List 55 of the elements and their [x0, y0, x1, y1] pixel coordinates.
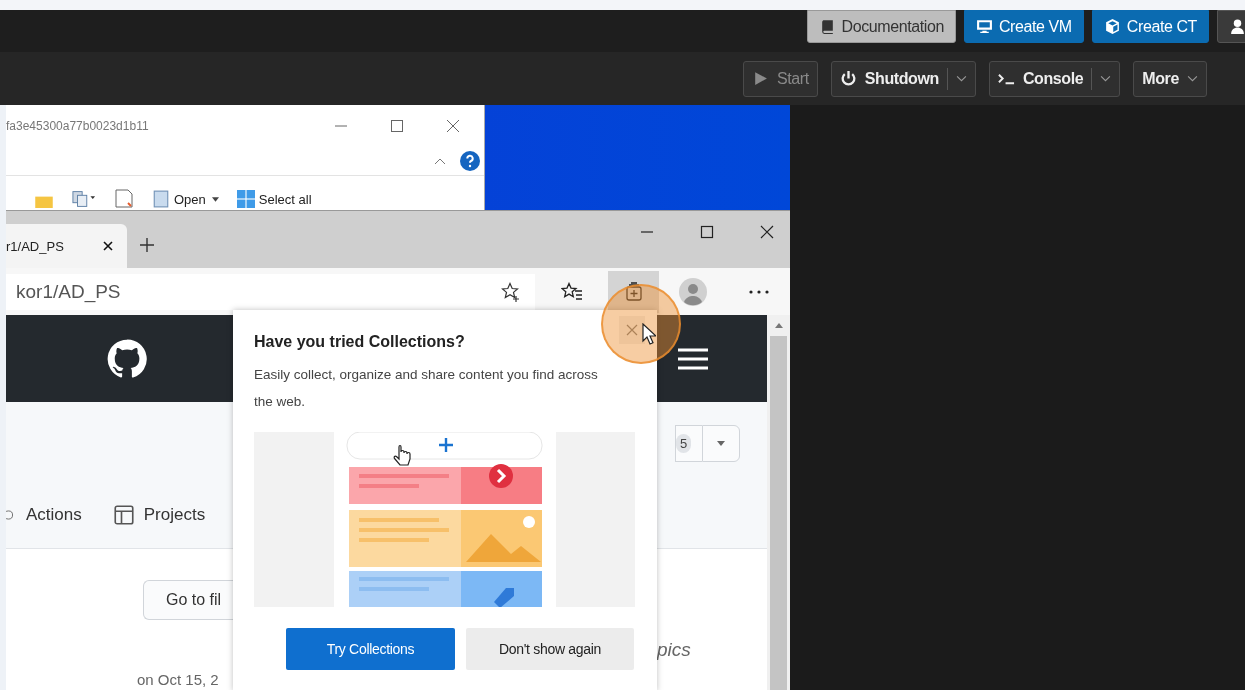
select-all-button[interactable]: Select all	[236, 190, 312, 208]
close-button[interactable]	[619, 316, 645, 344]
close-icon[interactable]	[103, 241, 113, 251]
window-title: fa3e45300a77b0023d1b11	[6, 119, 150, 133]
header-button[interactable]: Create VM	[963, 10, 1084, 43]
play-icon	[752, 70, 769, 87]
toolbar-button[interactable]: More	[1133, 60, 1207, 97]
cat-logo-icon[interactable]	[107, 338, 147, 379]
user-icon	[1229, 18, 1245, 35]
address-field[interactable]: kor1/AD_PS	[6, 273, 535, 310]
more-options-icon[interactable]	[749, 289, 769, 294]
notepad-icon	[152, 190, 170, 208]
favorites-icon[interactable]	[561, 281, 583, 302]
caret-icon	[211, 196, 219, 202]
scroll-up-icon[interactable]	[774, 323, 783, 328]
scrollbar-thumb[interactable]	[770, 336, 787, 690]
scrollbar[interactable]	[767, 315, 790, 690]
board-icon	[113, 505, 134, 525]
maximize-icon[interactable]	[700, 225, 714, 239]
topics-text: pics	[657, 639, 691, 661]
copy-icon[interactable]	[72, 190, 96, 208]
popup-text: Easily collect, organize and share content you find across the web.	[254, 366, 599, 411]
caret-icon	[1186, 75, 1198, 82]
repo-tab[interactable]: Projects	[113, 505, 206, 525]
open-button[interactable]: Open	[152, 190, 219, 208]
header-button[interactable]: Create CT	[1091, 10, 1209, 43]
counter-button[interactable]: 5	[675, 425, 702, 462]
profile-avatar-icon[interactable]	[679, 277, 707, 306]
monitor-icon	[975, 18, 993, 35]
cube-icon	[1103, 18, 1121, 35]
power-icon	[839, 70, 857, 87]
menu-icon[interactable]	[678, 347, 708, 370]
add-favorite-icon[interactable]	[501, 281, 521, 302]
toolbar-button[interactable]: Console	[988, 60, 1121, 97]
caret-icon	[955, 75, 967, 82]
repo-tab[interactable]: Actions	[6, 505, 82, 525]
toolbar-button[interactable]: Shutdown	[830, 60, 976, 97]
new-tab-icon[interactable]	[139, 237, 155, 253]
caret-icon	[717, 441, 725, 446]
browser-tab[interactable]: r1/AD_PS	[6, 224, 127, 268]
collections-button[interactable]	[608, 270, 659, 313]
close-icon	[626, 324, 638, 336]
popup-title: Have you tried Collections?	[254, 333, 466, 351]
collapse-ribbon-icon[interactable]	[434, 157, 446, 165]
commit-date: on Oct 15, 2	[137, 671, 219, 688]
go-to-file-button[interactable]: Go to fil	[143, 580, 233, 620]
popup-button[interactable]: Don't show again	[466, 628, 634, 670]
maximize-icon[interactable]	[390, 119, 404, 133]
header-button[interactable]: Documentation	[806, 10, 956, 43]
grid-icon	[236, 190, 255, 208]
popup-button[interactable]: Try Collections	[286, 628, 455, 670]
document-icon[interactable]	[114, 188, 134, 208]
help-icon[interactable]	[460, 151, 480, 171]
caret-icon	[1100, 75, 1112, 82]
close-icon[interactable]	[760, 225, 774, 239]
